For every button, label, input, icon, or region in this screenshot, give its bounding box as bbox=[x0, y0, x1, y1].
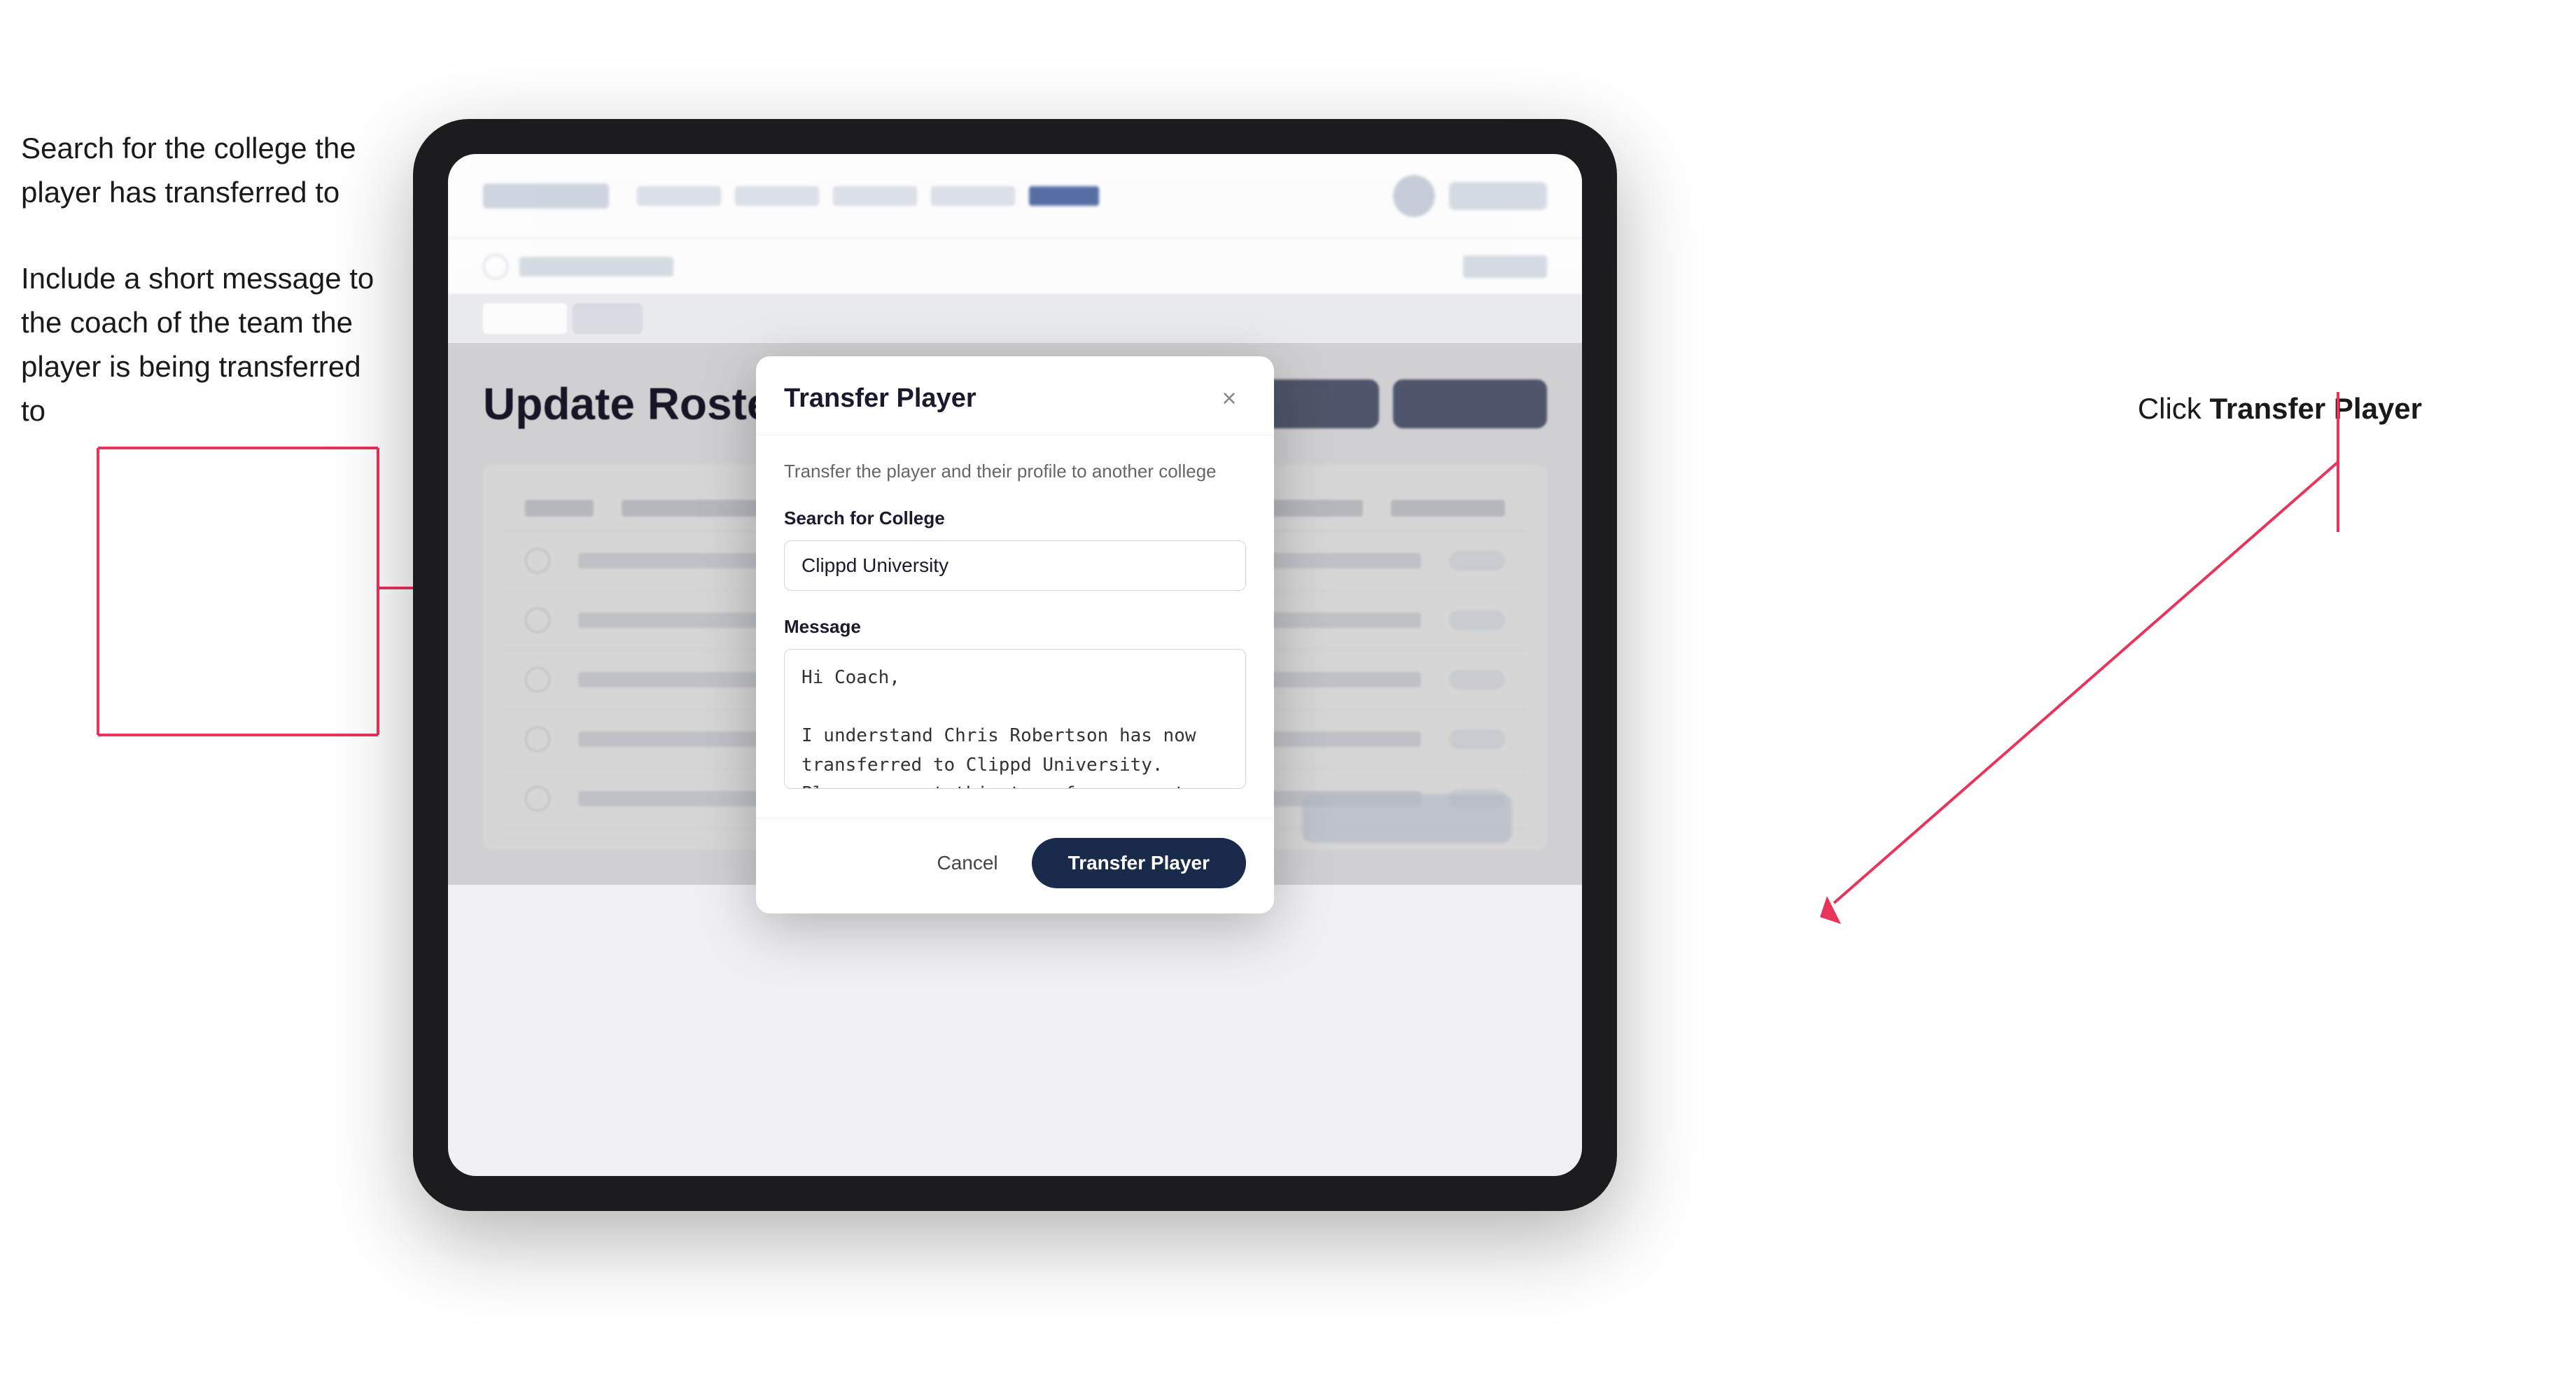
header-right bbox=[1393, 175, 1547, 217]
modal-footer: Cancel Transfer Player bbox=[756, 818, 1274, 913]
annotation-left: Search for the college the player has tr… bbox=[21, 126, 385, 475]
header-logo bbox=[483, 183, 609, 209]
nav-item-5-active bbox=[1029, 186, 1099, 206]
search-college-label: Search for College bbox=[784, 507, 1246, 529]
main-content: Update Roster bbox=[448, 343, 1582, 885]
sub-header-text bbox=[519, 257, 673, 276]
sub-header-left bbox=[483, 254, 673, 279]
nav-item-1 bbox=[637, 186, 721, 206]
header-button bbox=[1449, 182, 1547, 210]
modal-body: Transfer the player and their profile to… bbox=[756, 435, 1274, 818]
header-avatar bbox=[1393, 175, 1435, 217]
sub-header bbox=[448, 238, 1582, 294]
annotation-right-bold: Transfer Player bbox=[2209, 392, 2422, 425]
search-college-input[interactable] bbox=[784, 540, 1246, 591]
modal-subtitle: Transfer the player and their profile to… bbox=[784, 461, 1246, 482]
modal-header: Transfer Player × bbox=[756, 356, 1274, 435]
annotation-text-1: Search for the college the player has tr… bbox=[21, 126, 385, 214]
transfer-player-button[interactable]: Transfer Player bbox=[1032, 838, 1246, 888]
transfer-player-modal: Transfer Player × Transfer the player an… bbox=[756, 356, 1274, 913]
tab-item-2 bbox=[573, 303, 643, 334]
nav-item-3 bbox=[833, 186, 917, 206]
message-textarea[interactable]: Hi Coach, I understand Chris Robertson h… bbox=[784, 649, 1246, 789]
cancel-button[interactable]: Cancel bbox=[920, 841, 1014, 886]
tab-item-1 bbox=[483, 303, 567, 334]
tablet-frame: Update Roster bbox=[413, 119, 1617, 1211]
tab-bar bbox=[448, 294, 1582, 343]
header-nav bbox=[637, 186, 1365, 206]
annotation-right: Click Transfer Player bbox=[2138, 392, 2422, 426]
sub-header-check bbox=[483, 254, 508, 279]
modal-title: Transfer Player bbox=[784, 384, 976, 414]
sub-header-right bbox=[1463, 255, 1547, 278]
modal-close-button[interactable]: × bbox=[1212, 382, 1246, 415]
nav-item-4 bbox=[931, 186, 1015, 206]
app-header bbox=[448, 154, 1582, 238]
modal-overlay: Transfer Player × Transfer the player an… bbox=[448, 343, 1582, 885]
tablet-screen: Update Roster bbox=[448, 154, 1582, 1176]
nav-item-2 bbox=[735, 186, 819, 206]
message-label: Message bbox=[784, 616, 1246, 638]
annotation-text-2: Include a short message to the coach of … bbox=[21, 256, 385, 433]
annotation-right-prefix: Click bbox=[2138, 392, 2210, 425]
